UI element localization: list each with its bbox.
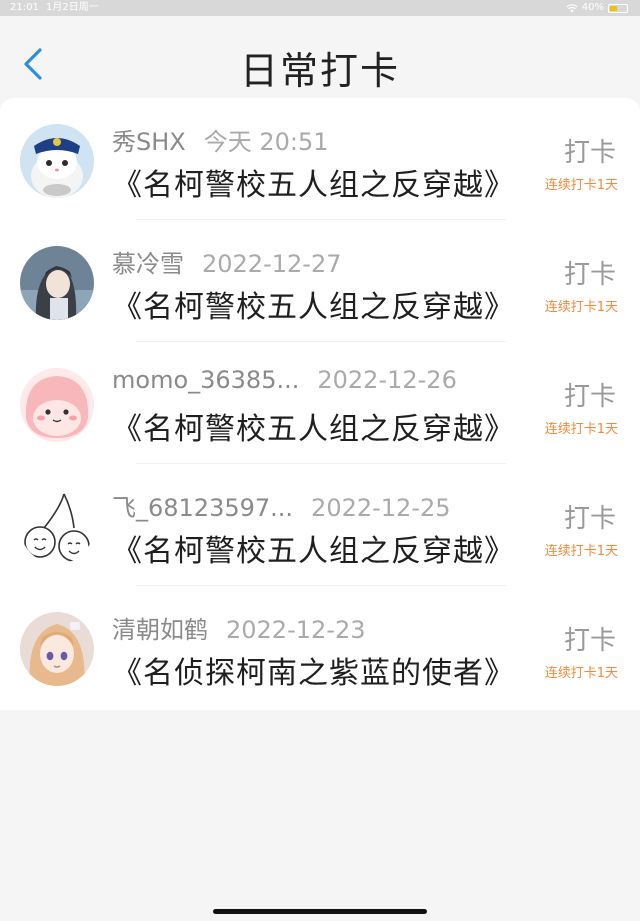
list-item[interactable]: 慕冷雪 2022-12-27 《名柯警校五人组之反穿越》 打卡 连续打卡1天 (0, 220, 640, 342)
checkin-button[interactable]: 打卡 (564, 498, 616, 535)
list-item[interactable]: 秀SHX 今天 20:51 《名柯警校五人组之反穿越》 打卡 连续打卡1天 (0, 98, 640, 220)
streak-label: 连续打卡1天 (544, 178, 618, 193)
checkin-button[interactable]: 打卡 (564, 132, 616, 169)
timestamp: 今天 20:51 (203, 128, 329, 156)
streak-label: 连续打卡1天 (544, 300, 618, 315)
username[interactable]: 飞_68123597... (112, 494, 293, 522)
list-item[interactable]: 清朝如鹤 2022-12-23 《名侦探柯南之紫蓝的使者》 打卡 连续打卡1天 (0, 586, 640, 708)
timestamp: 2022-12-23 (226, 616, 366, 644)
username[interactable]: momo_36385... (112, 366, 299, 394)
timestamp: 2022-12-26 (317, 366, 457, 394)
username[interactable]: 慕冷雪 (112, 250, 184, 278)
avatar[interactable] (20, 490, 94, 564)
timestamp: 2022-12-25 (311, 494, 451, 522)
avatar[interactable] (20, 246, 94, 320)
avatar[interactable] (20, 612, 94, 686)
anime-avatar-icon (20, 612, 94, 686)
avatar[interactable] (20, 124, 94, 198)
cherry-doodle-avatar-icon (20, 490, 94, 564)
meta-line: 慕冷雪 2022-12-27 (112, 244, 341, 279)
timestamp: 2022-12-27 (202, 250, 342, 278)
checkin-page: 21:01 1月2日周一 40% 日常打卡 秀SHX 今天 20:51 《名柯警… (0, 0, 640, 921)
username[interactable]: 秀SHX (112, 128, 186, 156)
anime-girl-avatar-icon (20, 246, 94, 320)
streak-label: 连续打卡1天 (544, 422, 618, 437)
battery-icon (608, 3, 628, 13)
checkin-button[interactable]: 打卡 (564, 254, 616, 291)
book-title[interactable]: 《名柯警校五人组之反穿越》 (112, 526, 515, 570)
book-title[interactable]: 《名侦探柯南之紫蓝的使者》 (112, 648, 515, 692)
streak-label: 连续打卡1天 (544, 666, 618, 681)
status-indicators: 40% (566, 0, 628, 16)
checkin-list: 秀SHX今天 20:51 《名柯警校五人组之反穿越》 打卡 连续打卡1天 慕冷 (0, 98, 640, 710)
cat-avatar-icon (20, 124, 94, 198)
list-item[interactable]: 飞_68123597... 2022-12-25 《名柯警校五人组之反穿越》 打卡… (0, 464, 640, 586)
status-date: 1月2日周一 (46, 2, 99, 13)
page-title: 日常打卡 (239, 49, 400, 93)
header: 日常打卡 (0, 16, 640, 106)
meta-line: 秀SHX 今天 20:51 (112, 122, 329, 157)
username[interactable]: 清朝如鹤 (112, 616, 208, 644)
wifi-icon (566, 3, 578, 12)
meta-line: momo_36385... 2022-12-26 (112, 366, 457, 394)
home-indicator[interactable] (213, 909, 427, 914)
book-title[interactable]: 《名柯警校五人组之反穿越》 (112, 160, 515, 204)
status-time: 21:01 (10, 2, 39, 13)
streak-label: 连续打卡1天 (544, 544, 618, 559)
avatar[interactable] (20, 368, 94, 442)
status-bar: 21:01 1月2日周一 40% (0, 0, 640, 16)
list-item[interactable]: momo_36385... 2022-12-26 《名柯警校五人组之反穿越》 打卡… (0, 342, 640, 464)
book-title[interactable]: 《名柯警校五人组之反穿越》 (112, 282, 515, 326)
book-title[interactable]: 《名柯警校五人组之反穿越》 (112, 404, 515, 448)
battery-percent: 40% (581, 2, 604, 13)
meta-line: 清朝如鹤 2022-12-23 (112, 610, 365, 645)
meta-line: 飞_68123597... 2022-12-25 (112, 488, 451, 523)
checkin-button[interactable]: 打卡 (564, 376, 616, 413)
checkin-button[interactable]: 打卡 (564, 620, 616, 657)
pink-blob-avatar-icon (20, 368, 94, 442)
